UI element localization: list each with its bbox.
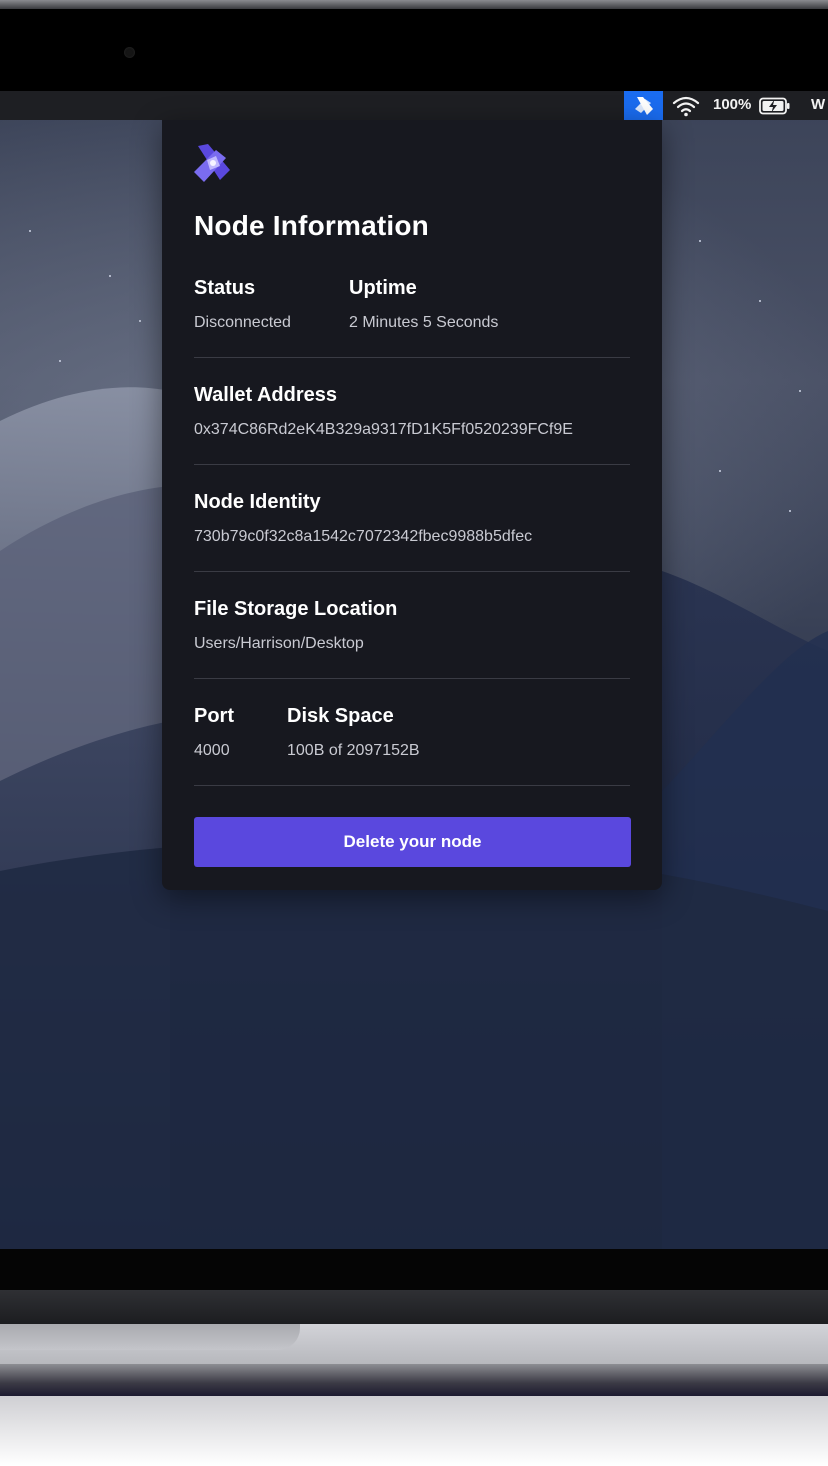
divider xyxy=(194,785,630,786)
screenshot: 100% W Node Information Status Disconnec… xyxy=(0,0,828,1466)
battery-charging-icon[interactable] xyxy=(759,97,791,115)
uptime-value: 2 Minutes 5 Seconds xyxy=(349,314,499,331)
laptop-chin xyxy=(0,1249,828,1290)
floor-shadow xyxy=(0,1396,828,1466)
status-value: Disconnected xyxy=(194,314,291,331)
camera-icon xyxy=(124,47,135,58)
divider xyxy=(194,357,630,358)
port-value: 4000 xyxy=(194,742,230,759)
laptop-hinge xyxy=(0,1290,828,1324)
disk-space-label: Disk Space xyxy=(287,705,394,727)
file-storage-label: File Storage Location xyxy=(194,598,398,620)
battery-percent: 100% xyxy=(713,96,752,113)
wallet-address-value[interactable]: 0x374C86Rd2eK4B329a9317fD1K5Ff0520239FCf… xyxy=(194,421,573,439)
menubar-clock[interactable]: W xyxy=(811,96,825,113)
uptime-label: Uptime xyxy=(349,277,417,299)
node-logo-icon xyxy=(194,144,230,182)
menu-bar: 100% W xyxy=(0,91,828,120)
trackpad-notch xyxy=(0,1324,300,1350)
disk-space-value: 100B of 2097152B xyxy=(287,742,420,759)
delete-node-button[interactable]: Delete your node xyxy=(194,817,631,867)
panel-title: Node Information xyxy=(194,210,429,241)
node-info-panel: Node Information Status Disconnected Upt… xyxy=(162,120,662,890)
port-label: Port xyxy=(194,705,234,727)
node-identity-value[interactable]: 730b79c0f32c8a1542c7072342fbec9988b5dfec xyxy=(194,528,532,546)
node-app-icon xyxy=(634,96,653,115)
lid-edge xyxy=(0,0,828,9)
laptop-bottom xyxy=(0,1364,828,1396)
divider xyxy=(194,678,630,679)
wallet-address-label: Wallet Address xyxy=(194,384,337,406)
menubar-node-app-icon[interactable] xyxy=(624,91,663,120)
divider xyxy=(194,571,630,572)
divider xyxy=(194,464,630,465)
wifi-icon[interactable] xyxy=(672,95,700,117)
node-identity-label: Node Identity xyxy=(194,491,321,513)
status-label: Status xyxy=(194,277,256,299)
file-storage-value[interactable]: Users/Harrison/Desktop xyxy=(194,635,364,653)
